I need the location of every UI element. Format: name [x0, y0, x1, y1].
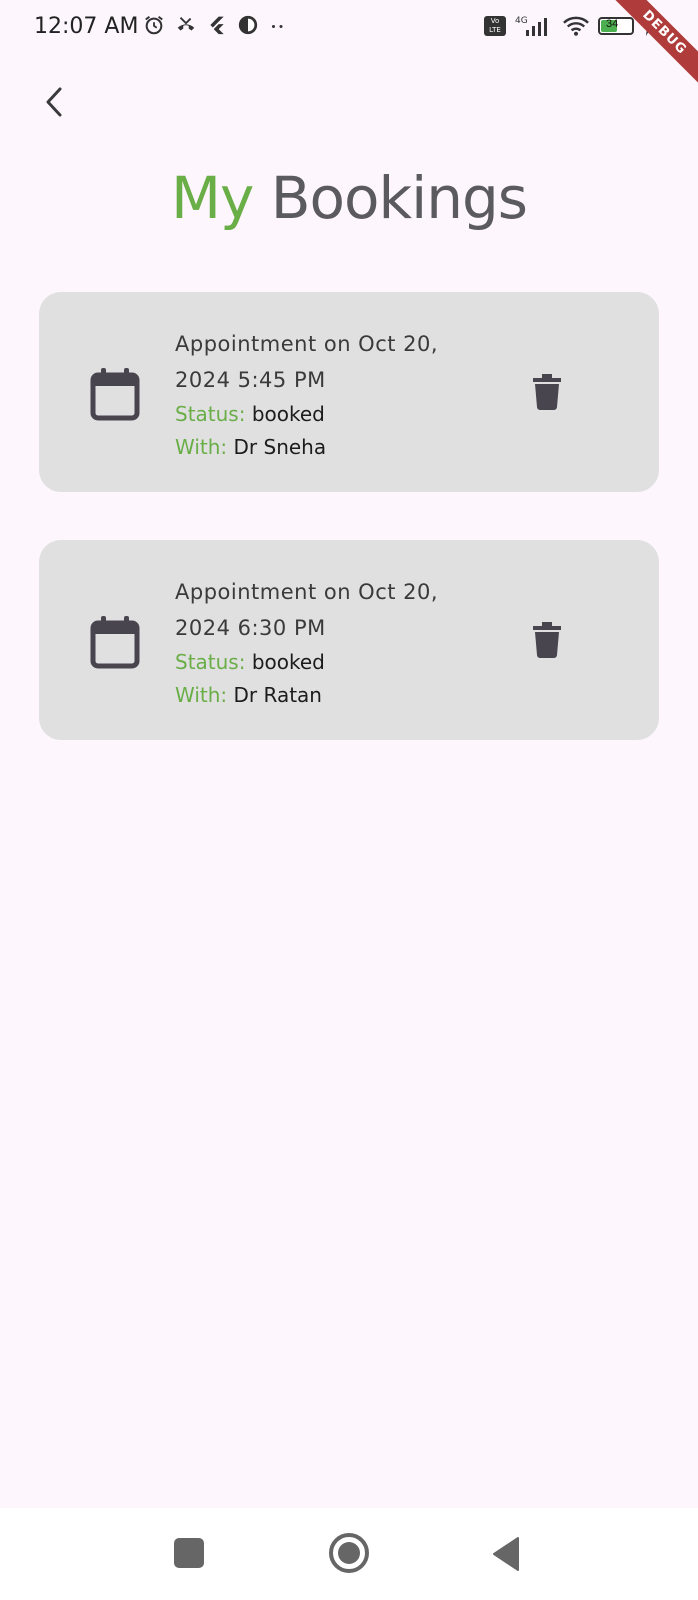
booking-doctor: With: Dr Sneha — [175, 431, 505, 464]
trash-icon — [533, 374, 561, 410]
doctor-name: Dr Ratan — [233, 683, 322, 707]
doctor-name: Dr Sneha — [233, 435, 327, 459]
more-notifications-icon — [272, 25, 283, 28]
appointment-datetime-line2: 2024 6:30 PM — [175, 616, 326, 640]
alarm-icon — [145, 15, 163, 35]
triangle-back-icon — [493, 1537, 519, 1571]
battery-level: 34 — [606, 18, 619, 30]
status-label: Status: — [175, 402, 246, 426]
delete-booking-button[interactable] — [525, 618, 569, 662]
battery-icon: 34 — [598, 17, 634, 35]
chevron-left-icon — [46, 87, 62, 117]
nav-recents-button[interactable] — [174, 1538, 204, 1568]
status-system-icons: Vo LTE 4G 34 — [484, 14, 654, 38]
appointment-datetime-line2: 2024 5:45 PM — [175, 368, 326, 392]
flutter-icon — [210, 16, 224, 35]
calendar-icon — [89, 614, 141, 670]
delete-booking-button[interactable] — [525, 370, 569, 414]
back-button[interactable] — [30, 78, 78, 126]
page-title: My Bookings — [0, 164, 698, 232]
with-label: With: — [175, 435, 228, 459]
signal-icon: 4G — [515, 16, 547, 36]
appointment-datetime-line1: Appointment on Oct 20, — [175, 332, 439, 356]
volte-icon: Vo LTE — [484, 16, 506, 36]
circle-icon — [329, 1533, 369, 1573]
status-notification-icons — [143, 14, 287, 36]
booking-details: Appointment on Oct 20, 2024 5:45 PM Stat… — [175, 326, 505, 464]
appointment-datetime-line1: Appointment on Oct 20, — [175, 580, 439, 604]
nav-home-button[interactable] — [328, 1532, 370, 1574]
calendar-icon — [89, 366, 141, 422]
booking-card: Appointment on Oct 20, 2024 5:45 PM Stat… — [39, 292, 659, 492]
booking-card: Appointment on Oct 20, 2024 6:30 PM Stat… — [39, 540, 659, 740]
page-title-main: Bookings — [270, 164, 528, 232]
status-value: booked — [251, 402, 325, 426]
booking-status: Status: booked — [175, 398, 505, 431]
booking-status: Status: booked — [175, 646, 505, 679]
status-time: 12:07 AM — [34, 14, 139, 39]
status-value: booked — [251, 650, 325, 674]
nav-back-button[interactable] — [490, 1536, 522, 1572]
booking-details: Appointment on Oct 20, 2024 6:30 PM Stat… — [175, 574, 505, 712]
status-label: Status: — [175, 650, 246, 674]
trash-icon — [533, 622, 561, 658]
app-notification-icon — [238, 15, 258, 35]
missed-call-icon — [177, 17, 195, 31]
with-label: With: — [175, 683, 228, 707]
wifi-icon — [563, 16, 589, 36]
page-title-accent: My — [170, 164, 254, 232]
system-navigation-bar — [0, 1508, 698, 1600]
svg-text:4G: 4G — [515, 16, 528, 26]
booking-doctor: With: Dr Ratan — [175, 679, 505, 712]
status-bar: 12:07 AM Vo LTE 4G 34 — [0, 0, 698, 54]
